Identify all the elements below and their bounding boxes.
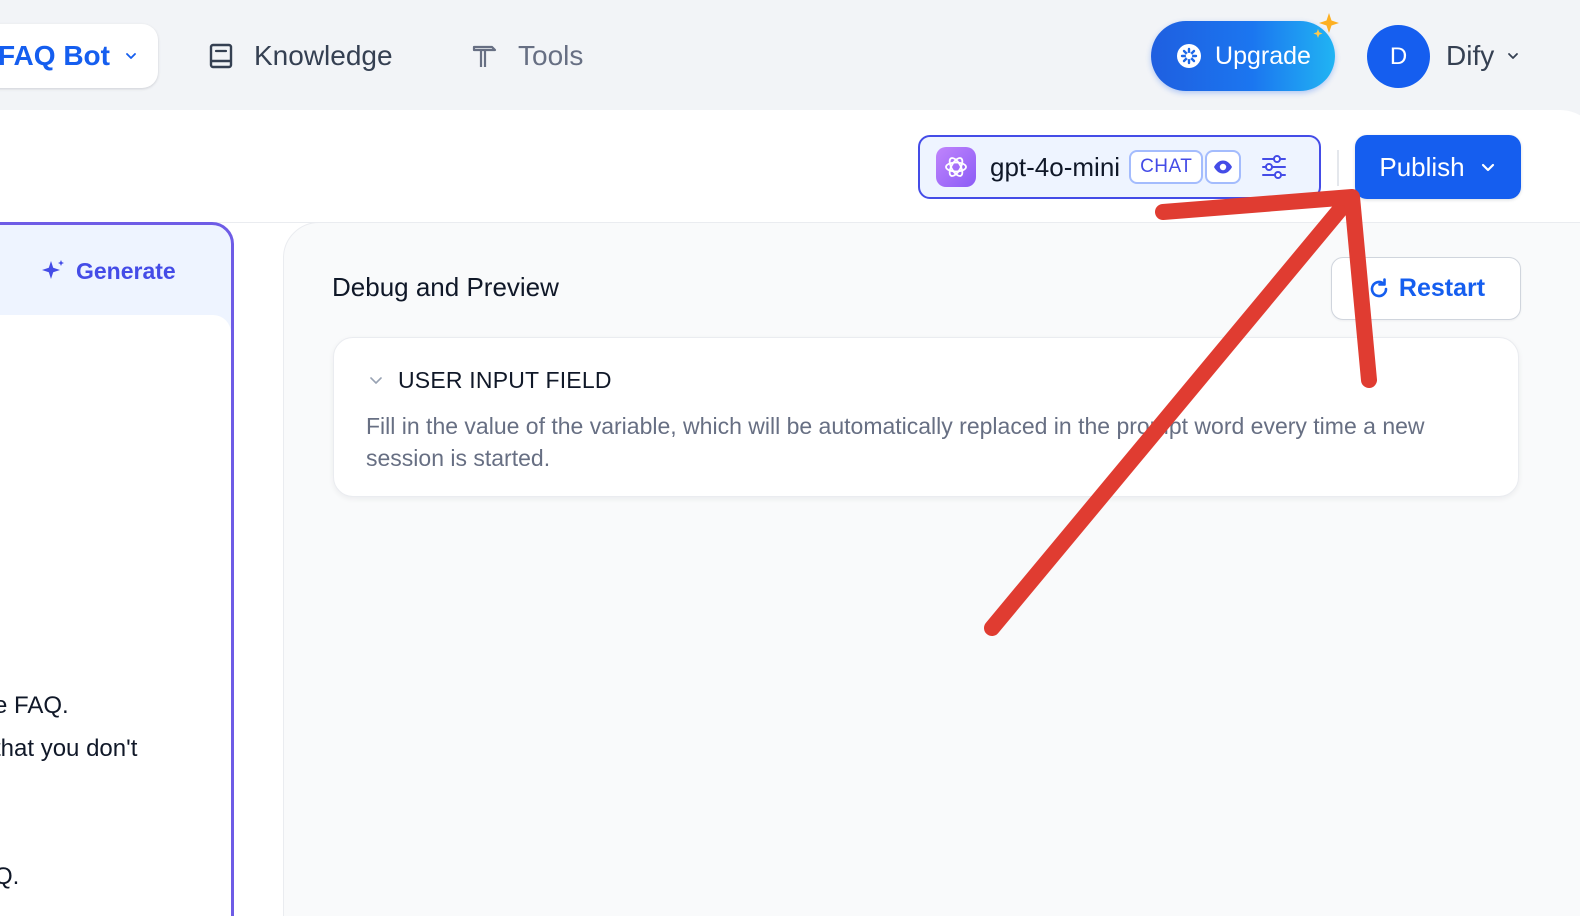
restart-button[interactable]: Restart	[1331, 257, 1521, 320]
nav-knowledge[interactable]: Knowledge	[206, 30, 393, 82]
avatar-initial: D	[1389, 42, 1408, 70]
book-icon	[209, 43, 233, 69]
avatar[interactable]: D	[1367, 25, 1430, 88]
toolbar-divider	[1337, 150, 1339, 186]
prompt-text-line: Q.	[0, 863, 20, 890]
workspace-name: Dify	[1446, 40, 1495, 71]
prompt-text-line: that you don't	[0, 735, 138, 762]
sparkle-icon	[42, 260, 64, 279]
sparkle-icon	[1313, 13, 1339, 38]
model-mode-badge: CHAT	[1129, 150, 1204, 184]
publish-button[interactable]: Publish	[1355, 135, 1521, 199]
prompt-editor[interactable]	[0, 315, 231, 916]
prompt-text-line: e FAQ.	[0, 692, 69, 719]
restart-label: Restart	[1398, 274, 1486, 302]
upgrade-button[interactable]: Upgrade	[1151, 13, 1339, 91]
app-name: FAQ Bot	[0, 40, 110, 71]
hammer-icon	[472, 45, 497, 67]
upgrade-label: Upgrade	[1215, 41, 1311, 70]
workspace-switcher[interactable]: Dify	[1446, 36, 1520, 76]
sliders-icon[interactable]	[1259, 152, 1289, 182]
app-screen: FAQ Bot Knowledge Tools Upgrade D Dify g…	[0, 0, 1580, 916]
generate-label: Generate	[76, 257, 176, 284]
user-input-card: USER INPUT FIELD Fill in the value of th…	[333, 337, 1519, 497]
app-switcher[interactable]: FAQ Bot	[0, 24, 158, 88]
vision-badge	[1205, 150, 1242, 184]
debug-panel-title: Debug and Preview	[332, 272, 559, 302]
user-input-toggle[interactable]: USER INPUT FIELD	[368, 366, 612, 394]
nav-knowledge-label: Knowledge	[254, 40, 393, 71]
debug-preview-panel	[283, 222, 1580, 916]
user-input-heading: USER INPUT FIELD	[398, 366, 612, 393]
generate-button[interactable]: Generate	[40, 256, 176, 286]
chevron-down-icon	[370, 377, 382, 384]
prompt-panel	[0, 222, 234, 916]
nav-tools[interactable]: Tools	[470, 30, 583, 82]
chevron-down-icon	[1481, 163, 1494, 172]
chevron-down-icon	[1508, 53, 1519, 59]
publish-label: Publish	[1379, 151, 1465, 182]
openai-logo-icon	[936, 147, 976, 187]
refresh-icon	[1370, 277, 1388, 297]
model-name: gpt-4o-mini	[990, 151, 1121, 182]
eye-icon	[1214, 160, 1233, 174]
sparkle-gear-icon	[1177, 44, 1202, 68]
nav-tools-label: Tools	[518, 40, 584, 71]
model-selector[interactable]: gpt-4o-mini CHAT	[918, 135, 1321, 199]
user-input-description: Fill in the value of the variable, which…	[366, 413, 1425, 471]
chevron-down-icon	[126, 53, 136, 59]
